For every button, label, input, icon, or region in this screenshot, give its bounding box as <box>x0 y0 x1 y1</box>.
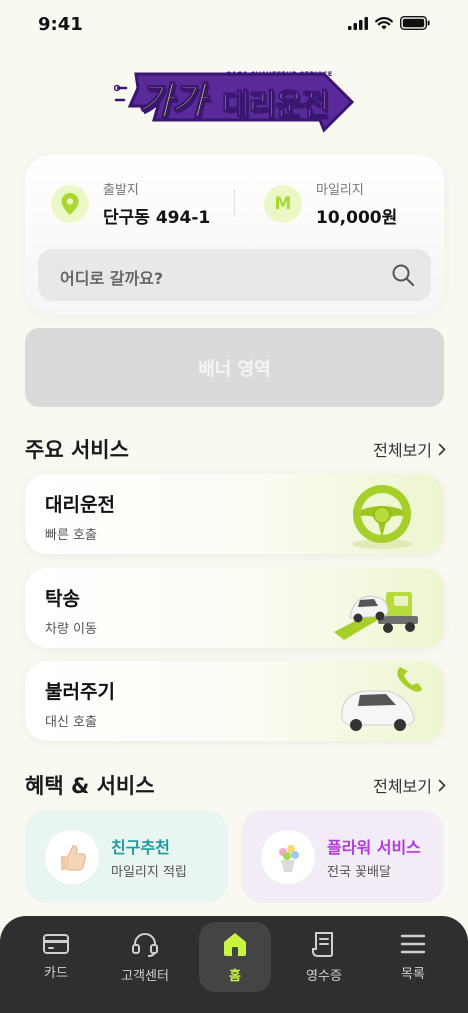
service-title: 대리운전 <box>45 494 115 516</box>
benefit-title: 친구추천 <box>111 838 170 857</box>
cellular-signal-icon <box>348 16 368 30</box>
tab-label: 고객센터 <box>121 969 169 984</box>
card-icon <box>43 934 69 954</box>
service-subtitle: 빠른 호출 <box>45 528 97 543</box>
battery-icon <box>400 16 430 30</box>
service-title: 탁송 <box>45 588 80 610</box>
chevron-right-icon <box>438 779 446 791</box>
flower-bouquet-icon <box>261 830 315 884</box>
service-card-designated-driver[interactable]: 대리운전 빠른 호출 <box>25 474 444 554</box>
mileage-value: 10,000원 <box>316 208 398 228</box>
logo-text-gaga: 가가 <box>137 78 206 123</box>
departure-label: 출발지 <box>103 183 139 198</box>
app-logo: 가가 GAGA CHAUFFEUR SERVICE 대리운전 <box>114 66 354 136</box>
menu-icon <box>400 934 426 954</box>
mileage-icon: M <box>264 184 302 223</box>
benefit-subtitle: 전국 꽃배달 <box>327 865 391 880</box>
location-mileage-card: 출발지 단구동 494-1 M 마일리지 10,000원 어디로 갈까요? <box>25 155 444 315</box>
mileage-info[interactable]: M 마일리지 10,000원 <box>264 179 397 228</box>
banner-area[interactable]: 배너 영역 <box>25 328 444 407</box>
main-services-title: 주요 서비스 <box>25 438 129 462</box>
mileage-icon-letter: M <box>274 193 292 214</box>
logo-subtitle: GAGA CHAUFFEUR SERVICE <box>226 70 333 78</box>
tab-list[interactable]: 목록 <box>377 922 449 992</box>
main-services-more-label: 전체보기 <box>373 441 432 460</box>
tab-receipt[interactable]: 영수증 <box>288 922 360 992</box>
benefits-title: 혜택 & 서비스 <box>25 774 155 798</box>
service-card-call-for-others[interactable]: 불러주기 대신 호출 <box>25 661 444 741</box>
departure-value: 단구동 494-1 <box>103 208 211 228</box>
departure-info[interactable]: 출발지 단구동 494-1 <box>51 179 210 228</box>
thumbs-up-icon <box>45 830 99 884</box>
logo-text-main: 대리운전 <box>221 87 330 123</box>
mileage-label: 마일리지 <box>316 183 364 198</box>
receipt-icon <box>312 932 333 957</box>
banner-label: 배너 영역 <box>198 358 271 380</box>
service-card-car-delivery[interactable]: 탁송 차량 이동 <box>25 568 444 648</box>
search-placeholder: 어디로 갈까요? <box>60 269 164 288</box>
tab-label: 영수증 <box>306 969 342 984</box>
benefits-more-link[interactable]: 전체보기 <box>373 773 446 797</box>
destination-search-input[interactable]: 어디로 갈까요? <box>38 249 431 301</box>
car-phone-icon <box>341 667 422 731</box>
info-divider <box>234 189 235 217</box>
wifi-icon <box>375 16 393 29</box>
benefit-subtitle: 마일리지 적립 <box>111 865 187 880</box>
chevron-right-icon <box>438 443 446 455</box>
tow-truck-icon <box>334 592 418 640</box>
bottom-tab-bar: 카드 고객센터 홈 영수증 목록 <box>0 916 468 1013</box>
location-pin-icon <box>51 184 89 223</box>
steering-wheel-icon <box>352 485 412 549</box>
search-icon[interactable] <box>391 263 415 287</box>
status-time: 9:41 <box>38 14 83 35</box>
tab-customer-center[interactable]: 고객센터 <box>109 922 181 992</box>
benefit-title: 플라워 서비스 <box>327 838 421 857</box>
tab-home[interactable]: 홈 <box>199 922 271 992</box>
status-bar: 9:41 <box>0 0 468 50</box>
main-services-more-link[interactable]: 전체보기 <box>373 437 446 461</box>
status-icons <box>348 16 430 30</box>
service-title: 불러주기 <box>45 681 115 703</box>
tab-label: 카드 <box>44 966 68 981</box>
benefit-card-flower-service[interactable]: 플라워 서비스 전국 꽃배달 <box>241 810 444 903</box>
headset-icon <box>132 933 158 957</box>
benefit-card-friend-referral[interactable]: 친구추천 마일리지 적립 <box>25 810 228 903</box>
service-subtitle: 차량 이동 <box>45 622 97 637</box>
tab-label: 목록 <box>401 967 425 982</box>
tab-card[interactable]: 카드 <box>20 922 92 992</box>
service-subtitle: 대신 호출 <box>45 715 97 730</box>
tab-label: 홈 <box>229 969 241 984</box>
benefits-more-label: 전체보기 <box>373 777 432 796</box>
home-icon <box>224 933 246 956</box>
